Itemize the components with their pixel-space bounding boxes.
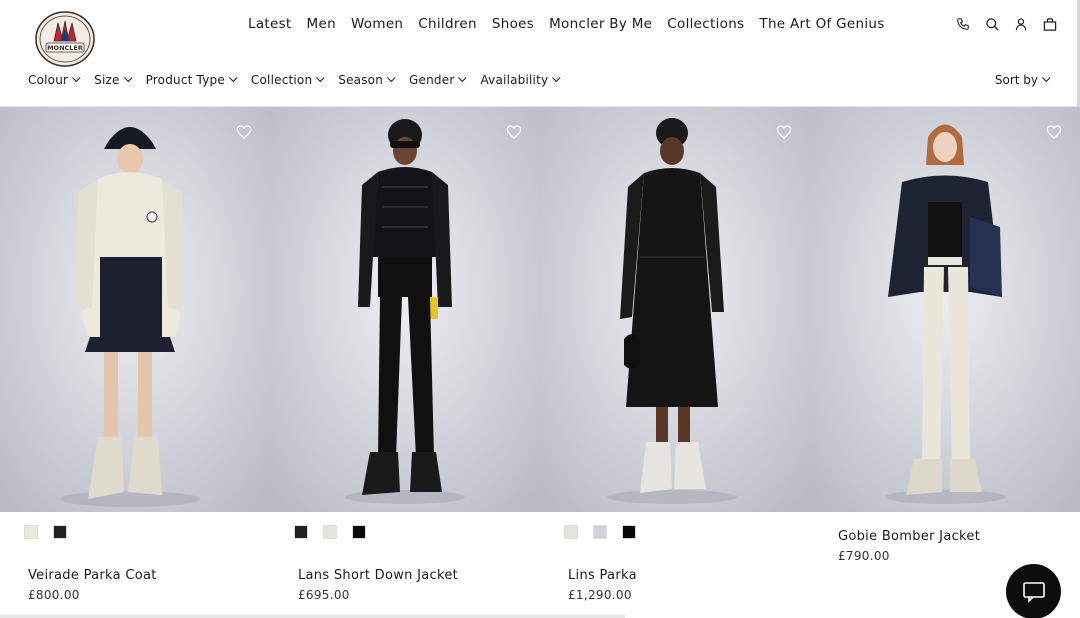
chevron-down-icon [228, 73, 238, 83]
nav-children[interactable]: Children [418, 16, 477, 32]
logo-text: MONCLER [47, 44, 83, 52]
product-image[interactable] [810, 107, 1080, 512]
chat-button[interactable] [1006, 564, 1061, 618]
phone-icon[interactable] [955, 15, 971, 33]
chevron-down-icon [316, 73, 325, 83]
colour-swatches [294, 525, 366, 539]
wishlist-heart-icon[interactable] [236, 124, 252, 140]
chevron-down-icon [72, 73, 81, 83]
colour-swatch[interactable] [593, 525, 607, 539]
moncler-logo[interactable]: MONCLER [34, 11, 96, 67]
filter-label: Season [338, 73, 384, 87]
chevron-down-icon [123, 73, 133, 83]
bag-icon[interactable] [1042, 15, 1058, 33]
filter-gender[interactable]: Gender [409, 73, 468, 87]
product-image[interactable] [0, 107, 270, 512]
filter-product-type[interactable]: Product Type [145, 73, 238, 87]
product-card[interactable]: Gobie Bomber Jacket £790.00 [810, 107, 1080, 618]
main-navigation: Latest Men Women Children Shoes Moncler … [248, 16, 900, 32]
colour-swatch[interactable] [352, 525, 366, 539]
filter-label: Availability [480, 73, 549, 87]
filter-label: Gender [409, 73, 455, 87]
nav-collections[interactable]: Collections [667, 16, 744, 32]
account-icon[interactable] [1013, 15, 1029, 33]
product-card[interactable]: Lins Parka £1,290.00 [540, 107, 810, 618]
wishlist-heart-icon[interactable] [776, 124, 792, 140]
filter-label: Collection [250, 73, 313, 87]
product-name[interactable]: Veirade Parka Coat [28, 568, 157, 583]
colour-swatch[interactable] [622, 525, 636, 539]
filter-bar: Colour Size Product Type Collection Seas… [28, 73, 574, 87]
colour-swatch[interactable] [323, 525, 337, 539]
product-image[interactable] [540, 107, 810, 512]
header-icons [955, 15, 1058, 33]
filter-label: Product Type [145, 73, 225, 87]
nav-moncler-by-me[interactable]: Moncler By Me [549, 16, 652, 32]
product-price: £790.00 [838, 549, 890, 563]
product-name[interactable]: Lans Short Down Jacket [298, 568, 458, 583]
nav-art-of-genius[interactable]: The Art Of Genius [759, 16, 884, 32]
product-card[interactable]: Lans Short Down Jacket £695.00 [270, 107, 540, 618]
product-price: £695.00 [298, 588, 350, 602]
product-price: £1,290.00 [568, 588, 632, 602]
colour-swatch[interactable] [294, 525, 308, 539]
search-icon[interactable] [984, 15, 1000, 33]
nav-women[interactable]: Women [351, 16, 403, 32]
product-price: £800.00 [28, 588, 80, 602]
filter-label: Colour [28, 73, 69, 87]
colour-swatches [24, 525, 67, 539]
wishlist-heart-icon[interactable] [1046, 124, 1062, 140]
product-grid: Veirade Parka Coat £800.00 Lans Short Do… [0, 107, 1080, 618]
chevron-down-icon [387, 73, 396, 83]
chevron-down-icon [458, 73, 468, 83]
colour-swatches [564, 525, 636, 539]
colour-swatch[interactable] [24, 525, 38, 539]
nav-shoes[interactable]: Shoes [492, 16, 534, 32]
colour-swatch[interactable] [564, 525, 578, 539]
colour-swatch[interactable] [53, 525, 67, 539]
bottom-scroll-shadow [0, 614, 625, 618]
filter-label: Size [94, 73, 120, 87]
filter-colour[interactable]: Colour [28, 73, 81, 87]
chevron-down-icon [1042, 73, 1051, 83]
sort-dropdown[interactable]: Sort by [994, 73, 1051, 87]
site-header: MONCLER Latest Men Women Children Shoes … [0, 0, 1080, 107]
filter-availability[interactable]: Availability [480, 73, 561, 87]
filter-collection[interactable]: Collection [250, 73, 325, 87]
nav-latest[interactable]: Latest [248, 16, 292, 32]
wishlist-heart-icon[interactable] [506, 124, 522, 140]
chevron-down-icon [552, 73, 561, 83]
product-name[interactable]: Lins Parka [568, 568, 637, 583]
product-name[interactable]: Gobie Bomber Jacket [838, 529, 980, 544]
filter-size[interactable]: Size [94, 73, 133, 87]
product-image[interactable] [270, 107, 540, 512]
sort-label: Sort by [994, 73, 1038, 87]
chat-icon [1022, 581, 1045, 603]
product-card[interactable]: Veirade Parka Coat £800.00 [0, 107, 270, 618]
nav-men[interactable]: Men [307, 16, 336, 32]
filter-season[interactable]: Season [338, 73, 396, 87]
